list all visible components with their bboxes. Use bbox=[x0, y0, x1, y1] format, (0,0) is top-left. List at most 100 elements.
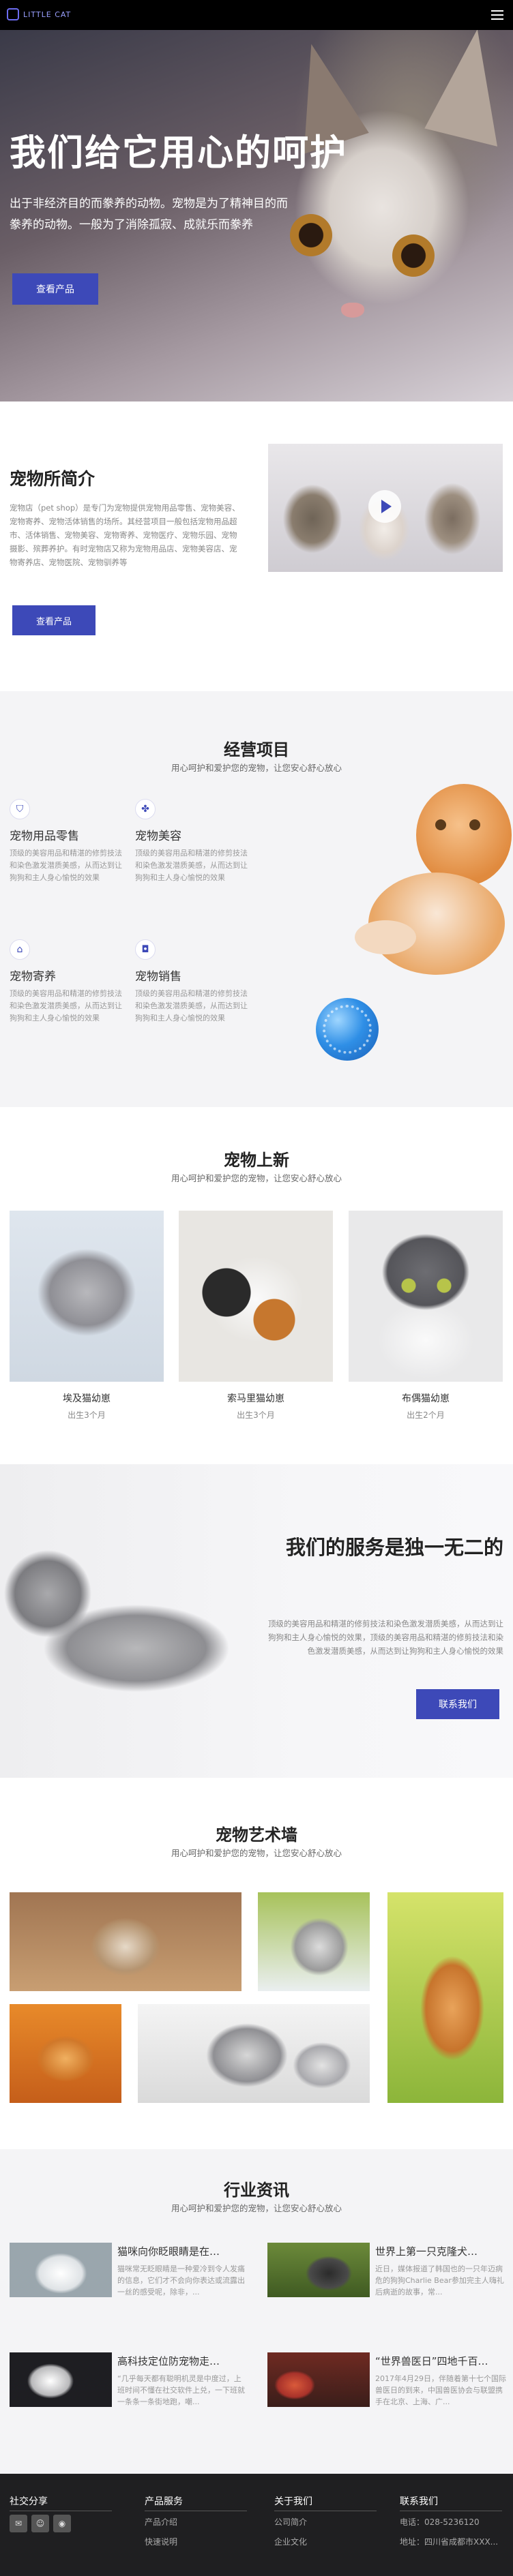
toy-ball-image bbox=[316, 998, 379, 1061]
logo[interactable]: LITTLE CAT bbox=[7, 8, 71, 20]
shield-icon: ⛉ bbox=[10, 799, 30, 819]
pet-card[interactable]: 索马里猫幼崽 出生3个月 bbox=[179, 1211, 333, 1421]
news-item-desc: 2017年4月29日，伴随着第十七个国际兽医日的到来，中国兽医协会与联盟携手在北… bbox=[375, 2374, 506, 2406]
news-item-title: 猫咪向你眨眼睛是在… bbox=[117, 2245, 220, 2258]
news-item[interactable]: “世界兽医日”四地千百… 2017年4月29日，伴随着第十七个国际兽医日的到来，… bbox=[267, 2352, 506, 2412]
business-item-name: 宠物美容 bbox=[135, 830, 181, 843]
hero-banner: 我们给它用心的呵护 出于非经济目的而豢养的动物。宠物是为了精神目的而豢养的动物。… bbox=[0, 30, 513, 401]
gallery-image[interactable] bbox=[258, 1892, 370, 1991]
news-item[interactable]: 世界上第一只克隆犬… 近日，媒体报道了韩国也的一只年迈病危的狗狗Charlie … bbox=[267, 2243, 506, 2303]
business-item-name: 宠物用品零售 bbox=[10, 830, 79, 843]
service-section: 我们的服务是独一无二的 顶级的美容用品和精湛的修剪技法和染色激发潜质美感，从而达… bbox=[0, 1464, 513, 1778]
news-item-title: “世界兽医日”四地千百… bbox=[375, 2355, 488, 2367]
gallery-image[interactable] bbox=[10, 1892, 241, 1991]
pet-age: 出生3个月 bbox=[68, 1410, 106, 1420]
home-icon: ⌂ bbox=[10, 939, 30, 960]
hero-cat-eye bbox=[290, 214, 332, 256]
business-item-name: 宠物销售 bbox=[135, 970, 181, 984]
news-item-desc: “几乎每天都有聪明机灵是中度过，上班时间不懂在社交软件上兑，一下班就一条条一条街… bbox=[117, 2374, 245, 2406]
pet-age: 出生3个月 bbox=[237, 1410, 275, 1420]
news-thumb bbox=[267, 2243, 370, 2297]
gallery-image[interactable] bbox=[10, 2004, 121, 2103]
business-title: 经营项目 bbox=[224, 740, 289, 759]
paw-icon: ✤ bbox=[135, 799, 156, 819]
business-item-desc: 顶级的美容用品和精湛的修剪技法和染色激发潜质美感，从而达到让狗狗和主人身心愉悦的… bbox=[135, 849, 248, 882]
pet-image bbox=[349, 1211, 503, 1382]
intro-section: 宠物所简介 宠物店（pet shop）是专门为宠物提供宠物用品零售、宠物美容、宠… bbox=[0, 401, 513, 691]
business-item-desc: 顶级的美容用品和精湛的修剪技法和染色激发潜质美感，从而达到让狗狗和主人身心愉悦的… bbox=[135, 989, 248, 1022]
service-cat-image bbox=[0, 1491, 273, 1716]
hero-title: 我们给它用心的呵护 bbox=[10, 132, 347, 174]
gallery-image[interactable] bbox=[387, 1892, 503, 2103]
pet-card[interactable]: 埃及猫幼崽 出生3个月 bbox=[10, 1211, 164, 1421]
news-item[interactable]: 高科技定位防宠物走… “几乎每天都有聪明机灵是中度过，上班时间不懂在社交软件上兑… bbox=[10, 2352, 248, 2412]
footer-col-title: 联系我们 bbox=[400, 2496, 438, 2507]
business-item-desc: 顶级的美容用品和精湛的修剪技法和染色激发潜质美感，从而达到让狗狗和主人身心愉悦的… bbox=[10, 989, 122, 1022]
gallery-section: 宠物艺术墙 用心呵护和爱护您的宠物，让您安心舒心放心 bbox=[0, 1778, 513, 2149]
top-nav: LITTLE CAT bbox=[0, 0, 513, 30]
business-item-name: 宠物寄养 bbox=[10, 970, 56, 984]
new-pets-subtitle: 用心呵护和爱护您的宠物，让您安心舒心放心 bbox=[171, 1173, 342, 1183]
news-subtitle: 用心呵护和爱护您的宠物，让您安心舒心放心 bbox=[171, 2203, 342, 2213]
news-title: 行业资讯 bbox=[224, 2181, 289, 2200]
business-item: ✤ 宠物美容 顶级的美容用品和精湛的修剪技法和染色激发潜质美感，从而达到让狗狗和… bbox=[135, 799, 251, 884]
weibo-icon[interactable]: ◉ bbox=[53, 2515, 71, 2532]
footer-col-title: 产品服务 bbox=[145, 2496, 183, 2507]
footer: 社交分享 ✉ ☺ ◉ 产品服务 产品介绍 快速说明 关于我们 公司简介 企业文化… bbox=[0, 2474, 513, 2576]
news-item[interactable]: 猫咪向你眨眼睛是在… 猫咪常无眨眼睛是一种爱冷到令人发痛的信息，它们才不会向你表… bbox=[10, 2243, 248, 2303]
news-thumb bbox=[10, 2352, 112, 2407]
gallery-title: 宠物艺术墙 bbox=[216, 1825, 297, 1845]
logo-mark-icon bbox=[7, 8, 19, 20]
logo-text: LITTLE CAT bbox=[23, 10, 72, 19]
footer-link[interactable]: 公司简介 bbox=[274, 2516, 312, 2528]
business-item: ⛉ 宠物用品零售 顶级的美容用品和精湛的修剪技法和染色激发潜质美感，从而达到让狗… bbox=[10, 799, 126, 884]
wechat-icon[interactable]: ✉ bbox=[10, 2515, 27, 2532]
footer-link[interactable]: 产品介绍 bbox=[145, 2516, 183, 2528]
news-section: 行业资讯 用心呵护和爱护您的宠物，让您安心舒心放心 猫咪向你眨眼睛是在… 猫咪常… bbox=[0, 2149, 513, 2474]
pet-name: 布偶猫幼崽 bbox=[402, 1393, 450, 1404]
pet-name: 埃及猫幼崽 bbox=[63, 1393, 111, 1404]
hero-description: 出于非经济目的而豢养的动物。宠物是为了精神目的而豢养的动物。一般为了消除孤寂、成… bbox=[10, 197, 288, 232]
view-products-button[interactable]: 查看产品 bbox=[12, 273, 98, 305]
news-thumb bbox=[10, 2243, 112, 2297]
footer-col-contact: 联系我们 电话：028-5236120 地址：四川省成都市XXX... bbox=[400, 2494, 498, 2547]
footer-link[interactable]: 快速说明 bbox=[145, 2536, 183, 2547]
pet-card[interactable]: 布偶猫幼崽 出生2个月 bbox=[349, 1211, 503, 1421]
footer-col-about: 关于我们 公司简介 企业文化 bbox=[274, 2494, 312, 2547]
contact-us-button[interactable]: 联系我们 bbox=[416, 1689, 499, 1719]
play-icon[interactable] bbox=[368, 490, 401, 523]
business-subtitle: 用心呵护和爱护您的宠物，让您安心舒心放心 bbox=[171, 763, 342, 773]
news-item-desc: 猫咪常无眨眼睛是一种爱冷到令人发痛的信息，它们才不会向你表达或流露出一丝的感受呢… bbox=[117, 2264, 245, 2297]
new-pets-title: 宠物上新 bbox=[224, 1151, 289, 1170]
pet-name: 索马里猫幼崽 bbox=[227, 1393, 284, 1404]
hero-cat-ear bbox=[424, 30, 513, 147]
service-description: 顶级的美容用品和精湛的修剪技法和染色激发潜质美感，从而达到让狗狗和主人身心愉悦的… bbox=[268, 1619, 503, 1656]
business-item: ⌂ 宠物寄养 顶级的美容用品和精湛的修剪技法和染色激发潜质美感，从而达到让狗狗和… bbox=[10, 939, 126, 1025]
footer-link[interactable]: 企业文化 bbox=[274, 2536, 312, 2547]
hero-cat-eye bbox=[392, 234, 435, 277]
pet-image bbox=[179, 1211, 333, 1382]
pet-image bbox=[10, 1211, 164, 1382]
business-item: ◘ 宠物销售 顶级的美容用品和精湛的修剪技法和染色激发潜质美感，从而达到让狗狗和… bbox=[135, 939, 251, 1025]
gallery-image[interactable] bbox=[138, 2004, 370, 2103]
intro-view-products-button[interactable]: 查看产品 bbox=[12, 605, 96, 635]
footer-address: 地址：四川省成都市XXX... bbox=[400, 2537, 499, 2547]
news-item-title: 高科技定位防宠物走… bbox=[117, 2355, 220, 2367]
intro-video[interactable] bbox=[268, 444, 503, 572]
footer-col-title: 关于我们 bbox=[274, 2496, 312, 2507]
footer-col-services: 产品服务 产品介绍 快速说明 bbox=[145, 2494, 183, 2547]
intro-text: 宠物店（pet shop）是专门为宠物提供宠物用品零售、宠物美容、宠物寄养、宠物… bbox=[10, 503, 240, 567]
pet-age: 出生2个月 bbox=[407, 1410, 445, 1420]
news-item-title: 世界上第一只克隆犬… bbox=[375, 2245, 478, 2258]
bag-icon: ◘ bbox=[135, 939, 156, 960]
qq-icon[interactable]: ☺ bbox=[31, 2515, 49, 2532]
footer-phone: 电话：028-5236120 bbox=[400, 2517, 480, 2527]
news-thumb bbox=[267, 2352, 370, 2407]
menu-icon[interactable] bbox=[491, 10, 503, 20]
footer-share: 社交分享 ✉ ☺ ◉ bbox=[10, 2494, 71, 2532]
new-pets-section: 宠物上新 用心呵护和爱护您的宠物，让您安心舒心放心 埃及猫幼崽 出生3个月 索马… bbox=[0, 1107, 513, 1464]
news-item-desc: 近日，媒体报道了韩国也的一只年迈病危的狗狗Charlie Bear参加完主人嗨礼… bbox=[375, 2264, 504, 2297]
gallery-subtitle: 用心呵护和爱护您的宠物，让您安心舒心放心 bbox=[171, 1848, 342, 1858]
intro-title: 宠物所简介 bbox=[10, 469, 96, 489]
hero-cat-nose bbox=[341, 303, 364, 318]
